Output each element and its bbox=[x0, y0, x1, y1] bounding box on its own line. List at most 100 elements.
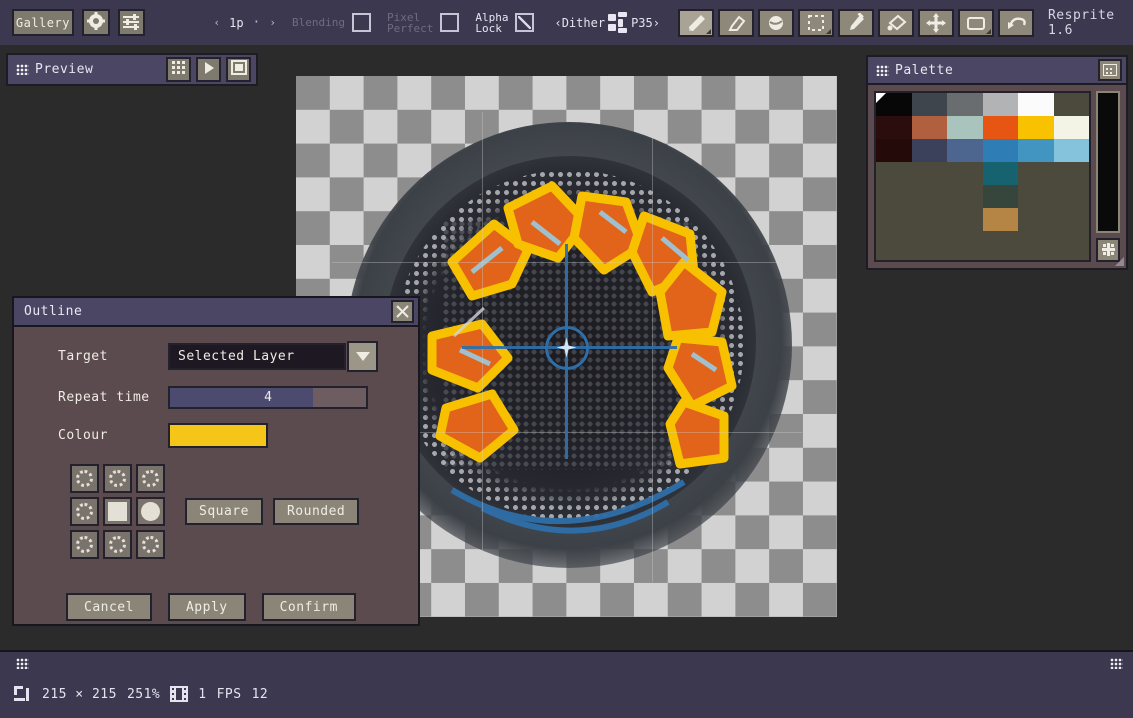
pager-value: 1p bbox=[229, 16, 243, 30]
palette-swatch[interactable] bbox=[1018, 185, 1054, 208]
undo-tool[interactable] bbox=[998, 9, 1034, 37]
eyedropper-tool[interactable] bbox=[838, 9, 874, 37]
palette-swatch[interactable] bbox=[912, 139, 948, 162]
chevron-down-icon[interactable] bbox=[347, 341, 378, 372]
palette-swatch[interactable] bbox=[1054, 139, 1090, 162]
cancel-button[interactable]: Cancel bbox=[66, 593, 152, 621]
close-icon[interactable] bbox=[391, 300, 414, 323]
shape-cell-ring[interactable] bbox=[70, 497, 99, 526]
palette-swatch[interactable] bbox=[912, 93, 948, 116]
repeat-time-slider[interactable]: 4 bbox=[168, 386, 368, 409]
confirm-button[interactable]: Confirm bbox=[262, 593, 356, 621]
shape-cell-ring[interactable] bbox=[103, 464, 132, 493]
adjust-button[interactable] bbox=[118, 9, 146, 36]
palette-swatch[interactable] bbox=[876, 139, 912, 162]
palette-swatch[interactable] bbox=[947, 208, 983, 231]
palette-swatch[interactable] bbox=[983, 185, 1019, 208]
settings-button[interactable] bbox=[82, 9, 110, 36]
palette-swatch[interactable] bbox=[912, 185, 948, 208]
target-select[interactable]: Selected Layer bbox=[168, 343, 346, 370]
colour-swatch[interactable] bbox=[168, 423, 268, 448]
preview-frame-button[interactable] bbox=[226, 57, 251, 82]
palette-swatch[interactable] bbox=[1054, 185, 1090, 208]
select-tool[interactable] bbox=[798, 9, 834, 37]
square-glyph-icon bbox=[108, 502, 127, 521]
drag-grip-icon[interactable] bbox=[16, 64, 29, 75]
drag-grip-icon[interactable] bbox=[876, 65, 889, 76]
preview-play-button[interactable] bbox=[196, 57, 221, 82]
apply-button[interactable]: Apply bbox=[168, 593, 246, 621]
palette-swatch[interactable] bbox=[983, 116, 1019, 139]
palette-swatch[interactable] bbox=[947, 185, 983, 208]
palette-swatch[interactable] bbox=[1018, 116, 1054, 139]
palette-swatch[interactable] bbox=[1054, 93, 1090, 116]
palette-swatch[interactable] bbox=[947, 139, 983, 162]
palette-swatch[interactable] bbox=[876, 208, 912, 231]
palette-swatch[interactable] bbox=[983, 93, 1019, 116]
shape-cell-square[interactable] bbox=[103, 497, 132, 526]
pager-prev-icon[interactable]: ‹ bbox=[213, 16, 220, 29]
dither-prev-icon[interactable]: ‹ bbox=[554, 16, 561, 30]
alpha-lock-checkbox[interactable] bbox=[515, 13, 534, 32]
palette-swatch[interactable] bbox=[876, 162, 912, 185]
dialog-header[interactable]: Outline bbox=[14, 298, 418, 327]
rounded-preset-button[interactable]: Rounded bbox=[273, 498, 359, 525]
shape-cell-ring[interactable] bbox=[136, 464, 165, 493]
preview-panel[interactable]: Preview bbox=[6, 53, 258, 86]
symmetry-pivot-icon[interactable] bbox=[545, 326, 589, 370]
square-preset-button[interactable]: Square bbox=[185, 498, 263, 525]
palette-swatch[interactable] bbox=[947, 116, 983, 139]
palette-swatch[interactable] bbox=[983, 139, 1019, 162]
dither-next-icon[interactable]: › bbox=[653, 16, 660, 30]
drag-grip-icon[interactable] bbox=[1110, 658, 1123, 669]
dither-selector[interactable]: ‹ Dither P35 › bbox=[554, 12, 660, 34]
palette-swatch[interactable] bbox=[1054, 162, 1090, 185]
resize-handle[interactable] bbox=[1115, 257, 1124, 266]
shape-cell-ring[interactable] bbox=[70, 464, 99, 493]
palette-header[interactable]: Palette bbox=[868, 57, 1126, 85]
blending-checkbox[interactable] bbox=[352, 13, 371, 32]
repeat-time-label: Repeat time bbox=[58, 390, 168, 405]
palette-swatch[interactable] bbox=[912, 162, 948, 185]
shape-cell-ring[interactable] bbox=[103, 530, 132, 559]
palette-swatch[interactable] bbox=[983, 162, 1019, 185]
pencil-tool[interactable] bbox=[678, 9, 714, 37]
shape-cell-ring[interactable] bbox=[136, 530, 165, 559]
status-info: 215 × 215 251% 1 FPS 12 bbox=[0, 674, 1133, 714]
ring-glyph-icon bbox=[109, 536, 126, 553]
gallery-button[interactable]: Gallery bbox=[12, 9, 74, 36]
repeat-time-value: 4 bbox=[170, 388, 366, 407]
palette-swatch[interactable] bbox=[876, 116, 912, 139]
palette-swatch[interactable] bbox=[1054, 208, 1090, 231]
palette-swatch[interactable] bbox=[912, 208, 948, 231]
eraser-tool[interactable] bbox=[718, 9, 754, 37]
palette-swatch[interactable] bbox=[1054, 116, 1090, 139]
palette-swatch[interactable] bbox=[912, 116, 948, 139]
palette-swatch[interactable] bbox=[876, 185, 912, 208]
palette-swatch[interactable] bbox=[1018, 93, 1054, 116]
outline-shape-grid[interactable] bbox=[70, 464, 165, 559]
palette-swatch[interactable] bbox=[947, 162, 983, 185]
bucket-fill-tool[interactable] bbox=[758, 9, 794, 37]
shape-tool[interactable] bbox=[958, 9, 994, 37]
palette-menu-button[interactable] bbox=[1098, 59, 1122, 81]
palette-swatch[interactable] bbox=[1018, 162, 1054, 185]
palette-swatch[interactable] bbox=[876, 93, 912, 116]
drag-grip-icon[interactable] bbox=[16, 658, 29, 669]
pixel-perfect-checkbox[interactable] bbox=[440, 13, 459, 32]
pager-next-icon[interactable]: › bbox=[269, 16, 276, 29]
palette-swatch[interactable] bbox=[1018, 139, 1054, 162]
shade-tool[interactable] bbox=[878, 9, 914, 37]
palette-scrollbar[interactable] bbox=[1096, 91, 1120, 233]
sliders-icon bbox=[122, 13, 141, 33]
shape-cell-circle[interactable] bbox=[136, 497, 165, 526]
layer-pager[interactable]: ‹ 1p · › bbox=[213, 16, 276, 30]
preview-grid-button[interactable] bbox=[166, 57, 191, 82]
tool-palette bbox=[678, 9, 1034, 37]
shape-cell-ring[interactable] bbox=[70, 530, 99, 559]
palette-swatch[interactable] bbox=[983, 208, 1019, 231]
palette-swatch[interactable] bbox=[947, 93, 983, 116]
move-tool[interactable] bbox=[918, 9, 954, 37]
palette-swatch[interactable] bbox=[1018, 208, 1054, 231]
palette-swatches[interactable] bbox=[874, 91, 1091, 262]
